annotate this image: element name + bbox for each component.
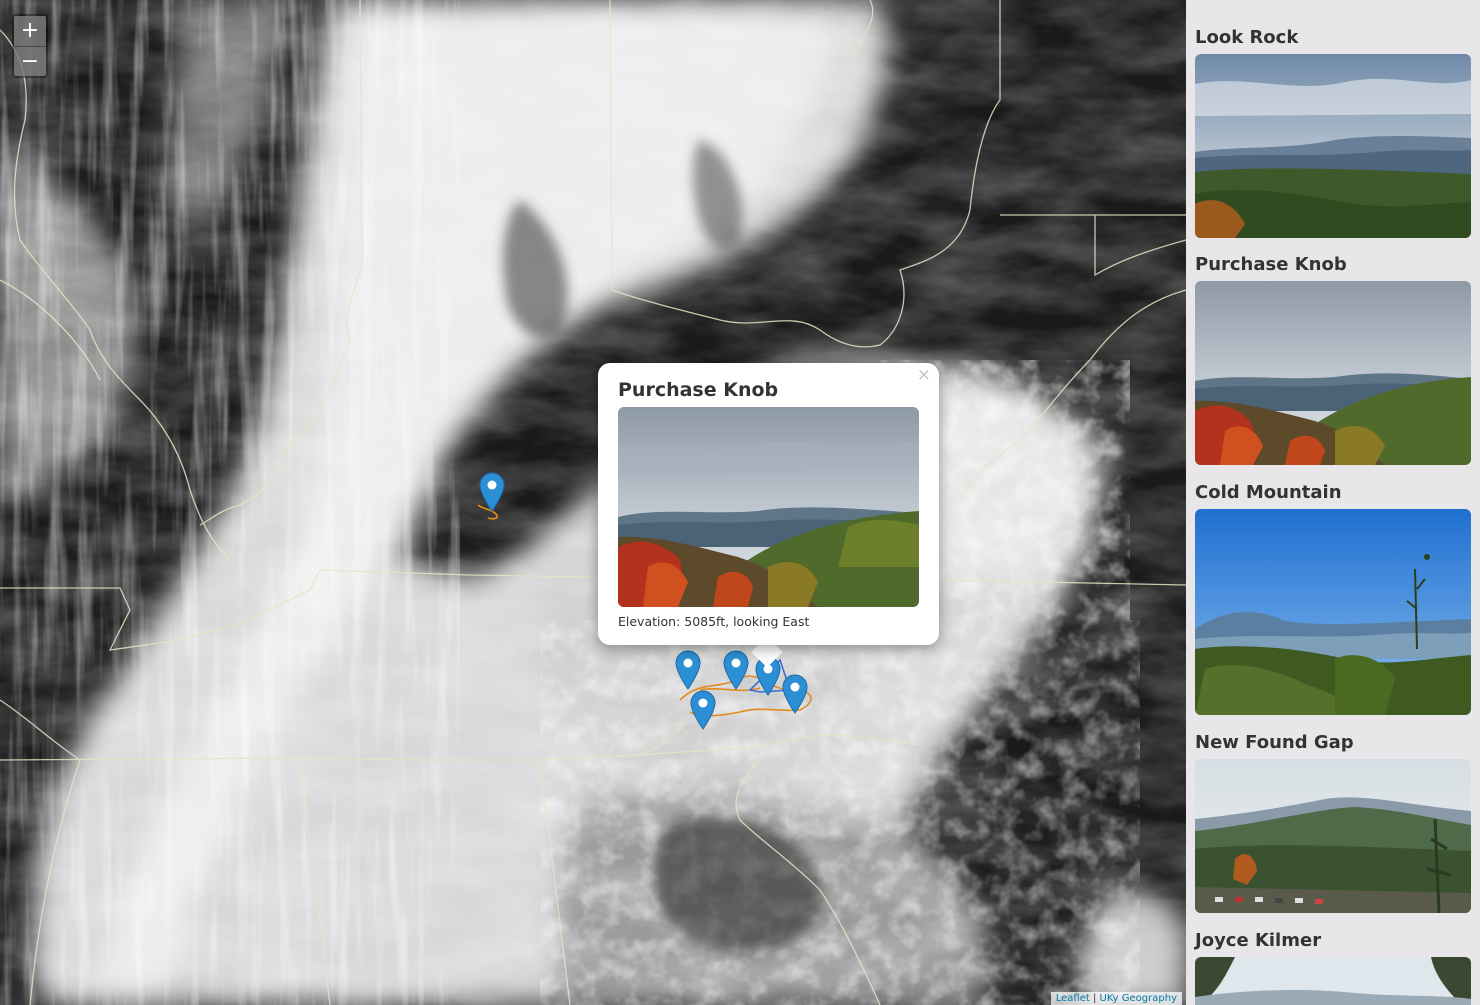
- popup-title: Purchase Knob: [618, 379, 779, 401]
- satellite-cloud-imagery: [0, 0, 1186, 1005]
- zoom-control: + −: [12, 14, 48, 78]
- zoom-in-button[interactable]: +: [14, 16, 46, 46]
- location-photo[interactable]: [1195, 54, 1471, 238]
- popup-photo: [618, 407, 919, 607]
- map-attribution: Leaflet | UKy Geography: [1050, 992, 1182, 1005]
- location-title: New Found Gap: [1195, 732, 1354, 753]
- location-title: Purchase Knob: [1195, 254, 1347, 275]
- uky-geography-link[interactable]: UKy Geography: [1100, 993, 1177, 1004]
- location-photo[interactable]: [1195, 759, 1471, 913]
- location-photo[interactable]: [1195, 509, 1471, 715]
- popup-close-icon[interactable]: ×: [917, 365, 931, 385]
- map-view[interactable]: + − × Purchase Knob Elevation: 5085ft, l…: [0, 0, 1186, 1005]
- location-card-cold-mountain: Cold Mountain: [1195, 482, 1471, 715]
- map-marker-pin-icon[interactable]: [782, 674, 808, 714]
- location-title: Cold Mountain: [1195, 482, 1342, 503]
- location-photo[interactable]: [1195, 281, 1471, 465]
- zoom-out-button[interactable]: −: [14, 46, 46, 76]
- location-photo[interactable]: [1195, 957, 1471, 1005]
- map-marker-pin-icon[interactable]: [723, 650, 749, 690]
- leaflet-link[interactable]: Leaflet: [1056, 993, 1090, 1004]
- locations-sidebar[interactable]: Look Rock Purchase Knob Cold Mountain Ne…: [1186, 0, 1480, 1005]
- map-marker-pin-icon[interactable]: [479, 472, 505, 512]
- popup-caption: Elevation: 5085ft, looking East: [618, 614, 810, 629]
- map-marker-pin-icon[interactable]: [690, 690, 716, 730]
- location-card-new-found-gap: New Found Gap: [1195, 732, 1471, 913]
- map-marker-pin-icon[interactable]: [675, 650, 701, 690]
- location-card-joyce-kilmer: Joyce Kilmer: [1195, 930, 1471, 1005]
- location-card-purchase-knob: Purchase Knob: [1195, 254, 1471, 465]
- attribution-separator: |: [1092, 993, 1097, 1004]
- location-title: Joyce Kilmer: [1195, 930, 1322, 951]
- location-popup: × Purchase Knob Elevation: 5085ft, looki…: [598, 363, 939, 645]
- location-title: Look Rock: [1195, 27, 1299, 48]
- location-card-look-rock: Look Rock: [1195, 27, 1471, 238]
